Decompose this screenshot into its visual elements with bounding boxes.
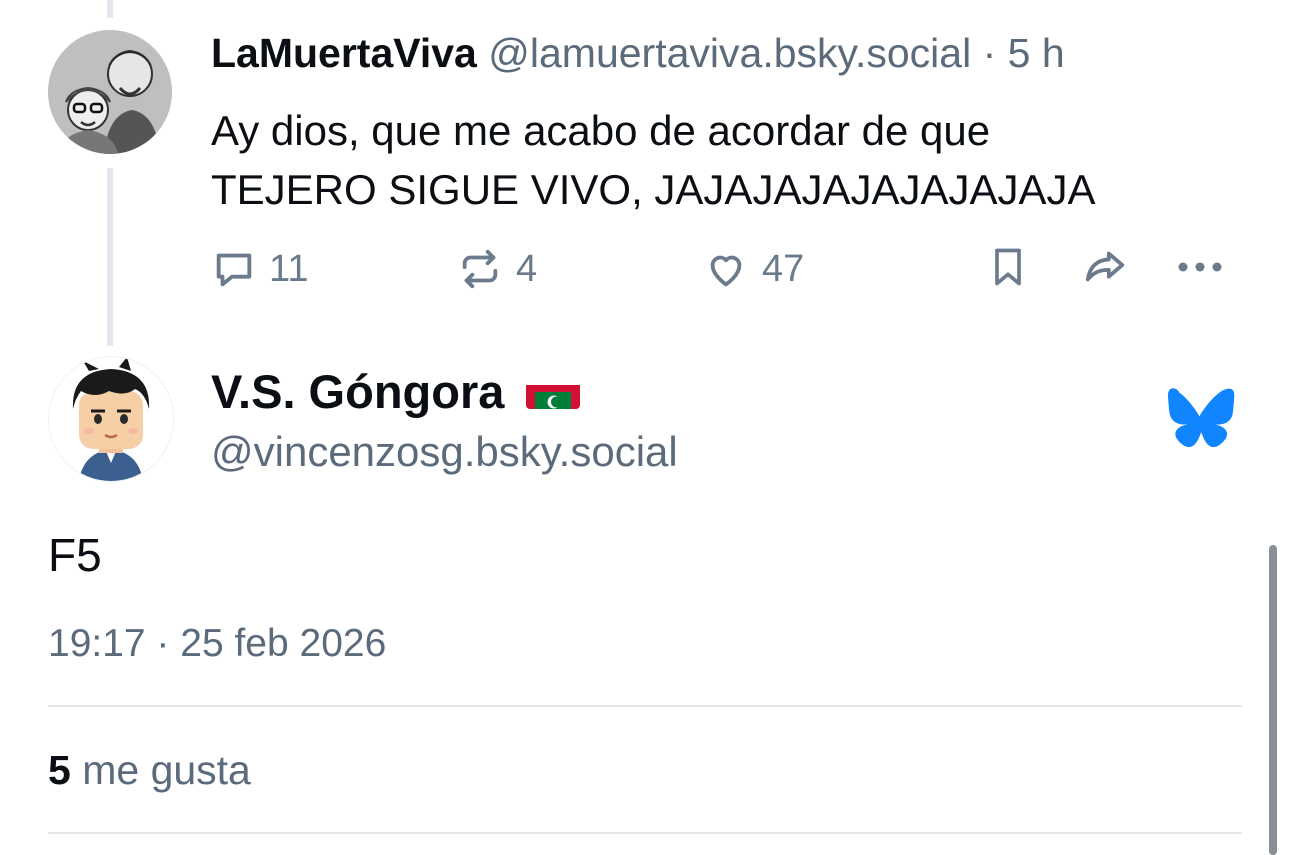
likes-label: me gusta [82,747,251,793]
thread-line-bottom [107,168,113,346]
parent-avatar[interactable] [48,30,172,154]
parent-post-text[interactable]: Ay dios, que me acabo de acordar de que … [211,101,1231,219]
parent-text-line-1: Ay dios, que me acabo de acordar de que [211,107,991,154]
bookmark-icon [986,244,1030,295]
divider-top [48,705,1242,707]
reply-icon [211,246,257,292]
more-icon [1177,260,1223,278]
parent-time-ago[interactable]: 5 h [1008,30,1065,76]
likes-count: 5 [48,747,71,793]
author-handle[interactable]: @vincenzosg.bsky.social [211,428,678,476]
repost-count: 4 [516,247,538,290]
post-timestamp: 19:17 · 25 feb 2026 [48,622,387,665]
reply-count: 11 [269,247,309,290]
maldives-flag-icon [526,375,581,409]
like-count: 47 [762,247,805,290]
header-separator: · [982,30,997,76]
parent-handle[interactable]: @lamuertaviva.bsky.social [488,30,971,76]
repost-button[interactable]: 4 [456,244,537,294]
repost-icon [456,246,504,292]
author-display-name[interactable]: V.S. Góngora [211,364,504,419]
scrollbar[interactable] [1269,545,1277,855]
author-name-row: V.S. Góngora [211,364,581,419]
divider-bottom [48,832,1242,834]
post-text: F5 [48,529,102,581]
likes-summary[interactable]: 5 me gusta [48,747,251,794]
parent-text-line-2: TEJERO SIGUE VIVO, JAJAJAJAJAJAJAJAJA [211,166,1096,213]
share-button[interactable] [1080,244,1130,294]
thread-line-top [107,0,113,18]
more-options-button[interactable] [1175,244,1225,294]
like-icon [702,246,750,292]
share-icon [1081,244,1129,295]
bookmark-button[interactable] [983,244,1033,294]
parent-header: LaMuertaViva @lamuertaviva.bsky.social ·… [211,30,1065,77]
parent-display-name[interactable]: LaMuertaViva [211,30,477,76]
reply-button[interactable]: 11 [211,244,308,294]
bluesky-butterfly-icon[interactable] [1163,388,1237,452]
author-avatar[interactable] [48,356,174,482]
like-button[interactable]: 47 [702,244,804,294]
